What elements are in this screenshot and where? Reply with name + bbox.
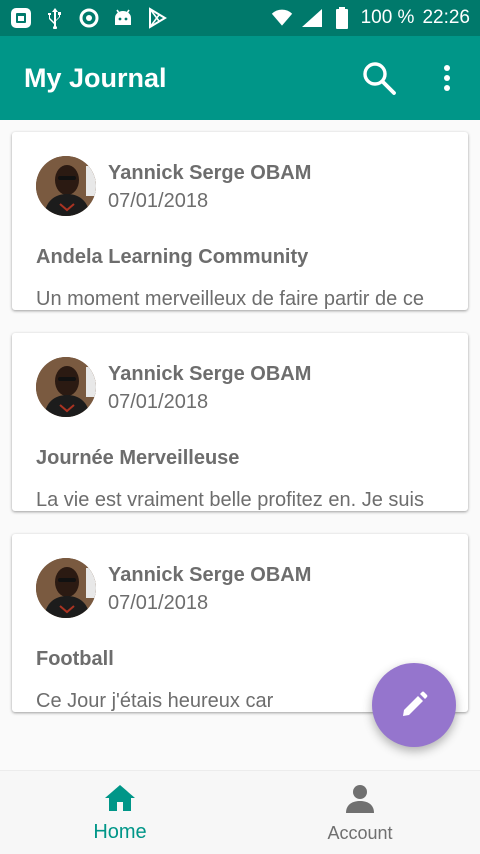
search-button[interactable]: [352, 51, 406, 105]
wifi-icon: [271, 7, 293, 29]
more-vert-icon: [444, 65, 450, 91]
home-icon: [105, 785, 135, 811]
app-title: My Journal: [24, 62, 167, 93]
new-entry-button[interactable]: [372, 663, 456, 747]
bottom-navigation: Home Account: [0, 770, 480, 854]
pencil-icon: [403, 691, 428, 716]
entry-author: Yannick Serge OBAM: [108, 564, 312, 586]
android-icon: [112, 7, 134, 29]
clock: 22:26: [422, 7, 470, 28]
nav-item-account[interactable]: Account: [240, 771, 480, 854]
entry-date: 07/01/2018: [108, 391, 209, 413]
entry-title: Andela Learning Community: [36, 246, 309, 268]
more-options-button[interactable]: [420, 51, 474, 105]
signal-icon: [301, 7, 323, 29]
entry-author: Yannick Serge OBAM: [108, 363, 312, 385]
nav-label-home: Home: [93, 821, 147, 843]
entry-title: Journée Merveilleuse: [36, 447, 240, 469]
avatar: [36, 357, 96, 417]
app-bar: My Journal: [0, 36, 480, 120]
system-status: 100 % 22:26: [271, 7, 470, 29]
entry-excerpt: La vie est vraiment belle profitez en. J…: [36, 489, 424, 511]
battery-icon: [331, 7, 353, 29]
entry-excerpt: Ce Jour j'étais heureux car: [36, 690, 274, 712]
entry-excerpt: Un moment merveilleux de faire partir de…: [36, 288, 424, 310]
usb-icon: [44, 7, 66, 29]
entry-title: Football: [36, 648, 114, 670]
nav-item-home[interactable]: Home: [0, 771, 240, 854]
status-bar: 100 % 22:26: [0, 0, 480, 36]
calendar-app-icon: [10, 7, 32, 29]
play-store-icon: [146, 7, 168, 29]
battery-percent: 100 %: [360, 7, 415, 28]
avatar: [36, 558, 96, 618]
notification-icons: [10, 7, 168, 29]
entry-author: Yannick Serge OBAM: [108, 162, 312, 184]
journal-entry-card[interactable]: Yannick Serge OBAM 07/01/2018 Journée Me…: [12, 333, 468, 511]
search-icon: [363, 62, 396, 95]
account-icon: [346, 785, 374, 813]
app-bar-actions: [352, 51, 480, 105]
journal-entry-card[interactable]: Yannick Serge OBAM 07/01/2018 Andela Lea…: [12, 132, 468, 310]
entry-date: 07/01/2018: [108, 592, 209, 614]
nav-label-account: Account: [327, 823, 393, 843]
avatar: [36, 156, 96, 216]
sync-icon: [78, 7, 100, 29]
entry-date: 07/01/2018: [108, 190, 209, 212]
